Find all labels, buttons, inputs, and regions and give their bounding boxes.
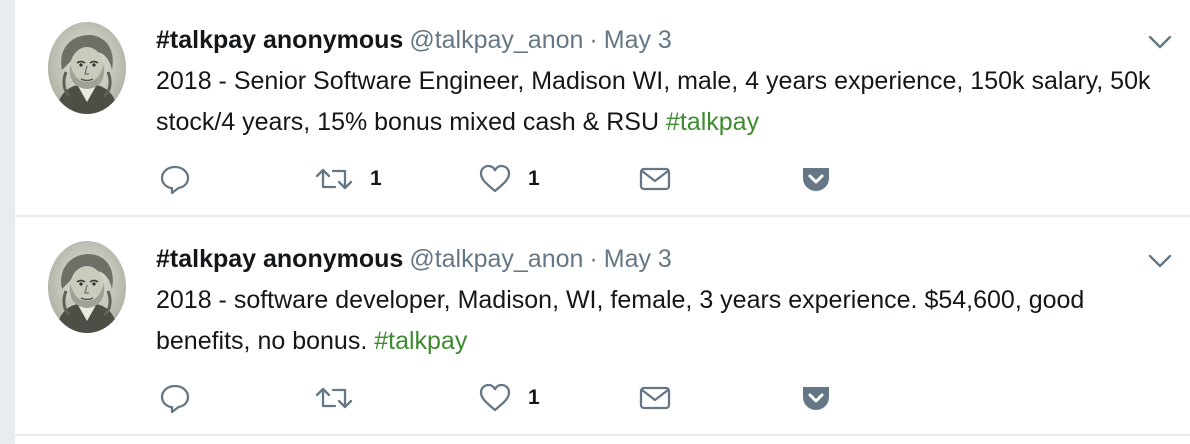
tweet-text-body: 2018 - software developer, Madison, WI, … bbox=[156, 286, 1085, 355]
avatar[interactable] bbox=[48, 22, 126, 114]
tweet-actions: 1 1 bbox=[156, 162, 856, 196]
tweet-date[interactable]: May 3 bbox=[604, 245, 672, 273]
heart-icon bbox=[479, 164, 511, 193]
timeline: #talkpay anonymous @talkpay_anon · May 3 20… bbox=[15, 0, 1190, 444]
separator-dot: · bbox=[589, 245, 598, 273]
hashtag-link[interactable]: #talkpay bbox=[374, 327, 467, 355]
tweet-header: #talkpay anonymous @talkpay_anon · May 3 bbox=[156, 242, 672, 276]
tweet-text: 2018 - Senior Software Engineer, Madison… bbox=[156, 61, 1166, 143]
avatar[interactable] bbox=[48, 241, 126, 333]
tweet-header: #talkpay anonymous @talkpay_anon · May 3 bbox=[156, 23, 672, 57]
hashtag-link[interactable]: #talkpay bbox=[666, 108, 759, 136]
reply-icon bbox=[160, 384, 190, 414]
chevron-down-icon[interactable] bbox=[1146, 249, 1174, 273]
chevron-down-icon[interactable] bbox=[1146, 30, 1174, 54]
reply-button[interactable] bbox=[158, 162, 208, 196]
retweet-button[interactable]: 1 bbox=[314, 162, 382, 196]
direct-message-button[interactable] bbox=[638, 162, 672, 196]
author-name[interactable]: #talkpay anonymous bbox=[156, 26, 403, 54]
tweet-actions: 1 bbox=[156, 381, 856, 415]
tweet-text: 2018 - software developer, Madison, WI, … bbox=[156, 280, 1166, 362]
reply-icon bbox=[160, 165, 190, 195]
separator-dot: · bbox=[589, 26, 598, 54]
like-count: 1 bbox=[528, 386, 540, 409]
envelope-icon bbox=[639, 167, 671, 191]
envelope-icon bbox=[639, 386, 671, 410]
tweet-date[interactable]: May 3 bbox=[604, 26, 672, 54]
author-handle[interactable]: @talkpay_anon bbox=[409, 245, 583, 273]
like-button[interactable]: 1 bbox=[478, 162, 540, 196]
tweet[interactable]: #talkpay anonymous @talkpay_anon · May 3 20… bbox=[15, 0, 1190, 217]
retweet-button[interactable] bbox=[314, 381, 370, 415]
retweet-count: 1 bbox=[370, 167, 382, 190]
pocket-icon bbox=[803, 168, 829, 191]
reply-button[interactable] bbox=[158, 381, 208, 415]
like-button[interactable]: 1 bbox=[478, 381, 540, 415]
direct-message-button[interactable] bbox=[638, 381, 672, 415]
retweet-icon bbox=[315, 387, 353, 409]
author-handle[interactable]: @talkpay_anon bbox=[409, 26, 583, 54]
retweet-icon bbox=[315, 168, 353, 190]
heart-icon bbox=[479, 383, 511, 412]
pocket-icon bbox=[803, 387, 829, 410]
tweet[interactable]: #talkpay anonymous @talkpay_anon · May 3 20… bbox=[15, 219, 1190, 436]
like-count: 1 bbox=[528, 167, 540, 190]
save-to-pocket-button[interactable] bbox=[800, 381, 832, 415]
save-to-pocket-button[interactable] bbox=[800, 162, 832, 196]
author-name[interactable]: #talkpay anonymous bbox=[156, 245, 403, 273]
tweet-text-body: 2018 - Senior Software Engineer, Madison… bbox=[156, 67, 1151, 136]
